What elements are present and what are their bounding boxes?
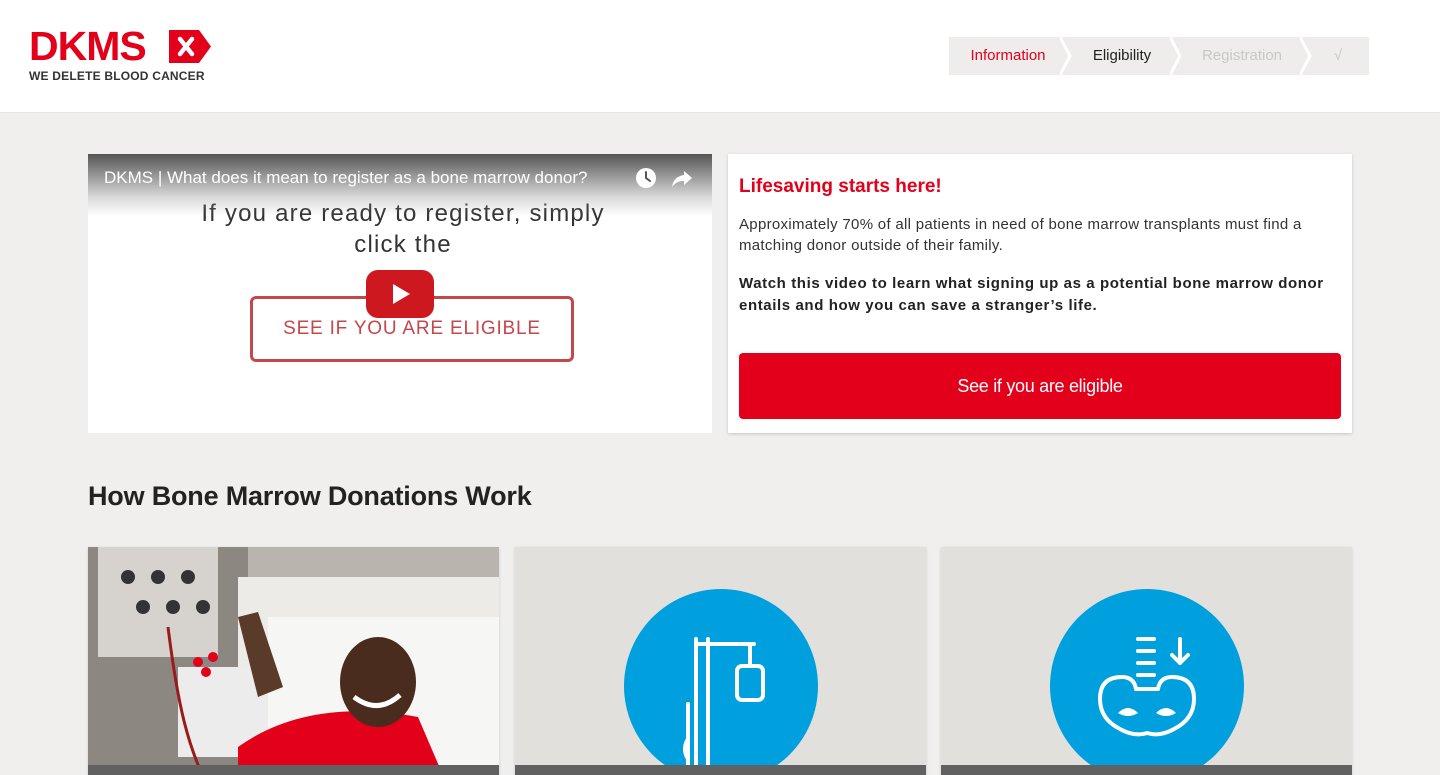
iv-drip-tile[interactable]	[515, 547, 926, 775]
step-eligibility[interactable]: Eligibility	[1067, 37, 1182, 75]
video-overlay-line: click the	[354, 231, 452, 258]
step-information[interactable]: Information	[949, 37, 1072, 75]
card-highlight-text: Watch this video to learn what signing u…	[739, 275, 1324, 314]
see-if-eligible-button[interactable]: See if you are eligible	[739, 353, 1341, 419]
progress-steps: Information Eligibility Registration √	[949, 37, 1369, 75]
donor-photo	[88, 547, 499, 775]
tile-caption-bar	[941, 765, 1352, 775]
watch-later-icon[interactable]	[634, 166, 658, 190]
tile-caption-bar	[515, 765, 926, 775]
step-chevron	[1300, 37, 1312, 75]
step-chevron	[1170, 37, 1182, 75]
info-card: Lifesaving starts here! Approximately 70…	[728, 154, 1352, 433]
step-complete: √	[1307, 37, 1369, 75]
pelvis-tile[interactable]	[941, 547, 1352, 775]
pelvis-circle	[1050, 589, 1244, 775]
iv-circle	[624, 589, 818, 775]
tile-caption-bar	[88, 765, 499, 775]
logo-wordmark: DKMS	[29, 23, 147, 69]
step-label: √	[1333, 47, 1343, 64]
dkms-logo[interactable]: DKMS WE DELETE BLOOD CANCER	[29, 26, 219, 86]
card-text: Approximately 70% of all patients in nee…	[739, 216, 1302, 254]
section-title: How Bone Marrow Donations Work	[88, 481, 532, 511]
logo-tagline: WE DELETE BLOOD CANCER	[29, 69, 205, 83]
donor-photo-tile[interactable]	[88, 547, 499, 775]
step-chevron	[1060, 37, 1072, 75]
video-player[interactable]: If you are ready to register, simply cli…	[88, 154, 712, 433]
step-label: Registration	[1201, 47, 1283, 64]
step-label: Information	[970, 47, 1046, 64]
iv-drip-icon	[683, 637, 765, 769]
pelvis-bone-icon	[1098, 637, 1196, 737]
card-title: Lifesaving starts here!	[739, 176, 942, 197]
share-icon[interactable]	[670, 166, 694, 190]
youtube-play-icon[interactable]	[366, 270, 434, 318]
step-registration: Registration	[1177, 37, 1312, 75]
logo-x-icon	[169, 30, 211, 63]
site-header: DKMS WE DELETE BLOOD CANCER Information …	[0, 0, 1440, 113]
video-title-bar: DKMS | What does it mean to register as …	[88, 154, 712, 216]
step-label: Eligibility	[1092, 47, 1152, 64]
video-title[interactable]: DKMS | What does it mean to register as …	[104, 168, 587, 188]
